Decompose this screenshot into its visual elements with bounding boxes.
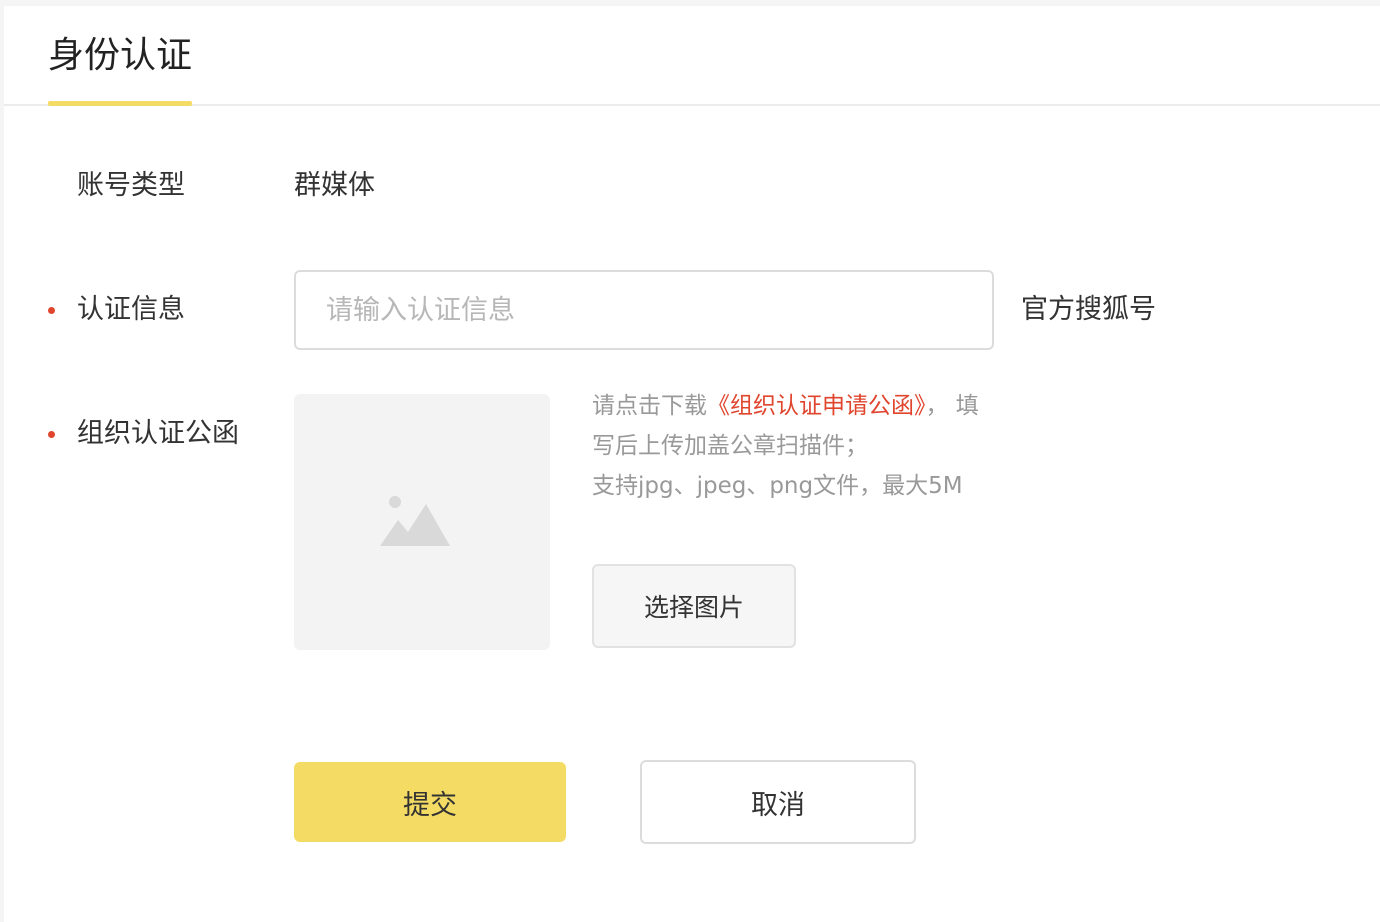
org-letter-label: 组织认证公函: [77, 418, 239, 449]
hint-prefix: 请点击下载: [592, 393, 707, 419]
auth-info-input[interactable]: [294, 270, 994, 350]
account-type-label: 账号类型: [77, 170, 185, 201]
hint-line-1: 请点击下载《组织认证申请公函》， 填: [592, 386, 1012, 426]
select-image-button[interactable]: 选择图片: [592, 564, 796, 648]
auth-info-suffix: 官方搜狐号: [1021, 294, 1156, 325]
auth-info-label: 认证信息: [77, 294, 185, 325]
tab-label: 身份认证: [48, 35, 193, 76]
account-type-value: 群媒体: [294, 170, 375, 201]
tab-bar: 身份认证: [4, 6, 1380, 106]
hint-after-link: ， 填: [925, 393, 979, 419]
image-placeholder-icon: [380, 496, 450, 546]
identity-verification-page: 身份认证 账号类型 群媒体 认证信息 官方搜狐号 组织认证公函 请点击下载《组织…: [4, 6, 1380, 922]
cancel-button[interactable]: 取消: [640, 760, 916, 844]
active-tab-indicator: [48, 101, 192, 106]
required-indicator: [48, 431, 55, 438]
submit-button[interactable]: 提交: [294, 762, 566, 842]
hint-line-3: 支持jpg、jpeg、png文件，最大5M: [592, 473, 963, 499]
hint-line-2: 写后上传加盖公章扫描件；: [592, 433, 868, 459]
download-letter-link[interactable]: 《组织认证申请公函》: [707, 393, 926, 419]
image-upload-preview[interactable]: [294, 394, 550, 650]
upload-hint: 请点击下载《组织认证申请公函》， 填 写后上传加盖公章扫描件； 支持jpg、jp…: [592, 386, 1012, 506]
required-indicator: [48, 307, 55, 314]
tab-identity-verification[interactable]: 身份认证: [48, 6, 193, 106]
